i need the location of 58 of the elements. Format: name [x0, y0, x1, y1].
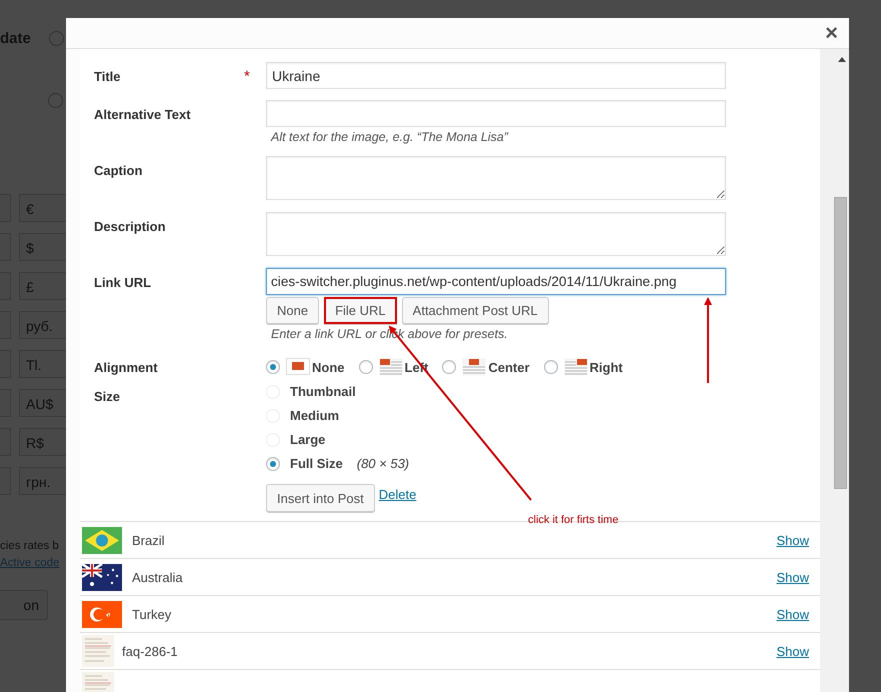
radio-button[interactable] [266, 360, 280, 374]
required-mark: * [244, 67, 251, 85]
radio-button[interactable] [358, 360, 372, 374]
media-item[interactable]: Turkey Show [80, 596, 820, 633]
hint-text: Alt text for the image, e.g. “The Mona Lisa” [271, 130, 508, 144]
text-area[interactable] [266, 156, 726, 200]
option-label: Center [488, 360, 530, 374]
field-label: Alternative Text [94, 106, 192, 122]
help-icon [48, 31, 64, 46]
flag-icon [82, 526, 122, 554]
scrollbar-thumb[interactable] [834, 197, 847, 489]
image-align-icon [286, 358, 310, 376]
dimensions-text: (80 × 53) [356, 456, 410, 471]
section-heading: date [0, 30, 31, 47]
close-button[interactable]: × [822, 22, 841, 44]
media-item[interactable]: Australia Show [80, 559, 820, 596]
field-label: Title [94, 68, 122, 84]
media-name: Turkey [132, 606, 172, 622]
text-area[interactable] [266, 212, 726, 256]
link-preset-button[interactable]: None [266, 297, 320, 324]
media-item[interactable]: faq-286-1 Show [80, 633, 820, 670]
link-preset-button[interactable]: Attachment Post URL [402, 297, 549, 324]
field-label: Link URL [94, 274, 152, 290]
delete-link[interactable]: Delete [378, 484, 416, 502]
option-label: Full Size [290, 456, 343, 471]
radio-button[interactable] [442, 360, 456, 374]
image-align-icon [462, 358, 486, 376]
image-align-icon [564, 358, 588, 376]
url-field[interactable]: cies-switcher.pluginus.net/wp-content/uploads/2014/11/Ukraine.png [266, 268, 726, 295]
radio-button[interactable] [266, 456, 280, 470]
radio-button[interactable] [544, 360, 558, 374]
show-link[interactable]: Show [776, 532, 809, 548]
link-preset-button[interactable]: File URL [324, 297, 397, 324]
show-link[interactable]: Show [776, 644, 809, 658]
media-name: faq-286-1 [122, 644, 179, 658]
insert-button[interactable]: Insert into Post [266, 484, 375, 512]
text-field[interactable] [266, 100, 726, 127]
option-label: Thumbnail [290, 384, 356, 399]
media-name: Australia [132, 570, 184, 584]
media-item[interactable]: Brazil Show [80, 522, 820, 559]
text-field[interactable]: Ukraine [266, 62, 726, 89]
show-link[interactable]: Show [776, 606, 809, 622]
scroll-up-icon[interactable] [838, 57, 846, 62]
media-name: Brazil [132, 532, 166, 548]
option-label: None [312, 360, 344, 374]
image-align-icon [378, 358, 402, 376]
document-thumbnail [82, 635, 114, 667]
option-label: Right [590, 360, 623, 374]
scrollbar[interactable] [820, 49, 849, 692]
field-label: Description [94, 218, 167, 234]
field-label: Caption [94, 162, 144, 178]
field-label: Alignment [94, 359, 159, 375]
option-label: Large [290, 432, 326, 447]
note-text: cies rates b [0, 540, 59, 552]
help-icon [48, 93, 63, 108]
option-label: Medium [290, 408, 340, 423]
show-link[interactable]: Show [776, 570, 809, 584]
field-label: Size [94, 388, 122, 404]
